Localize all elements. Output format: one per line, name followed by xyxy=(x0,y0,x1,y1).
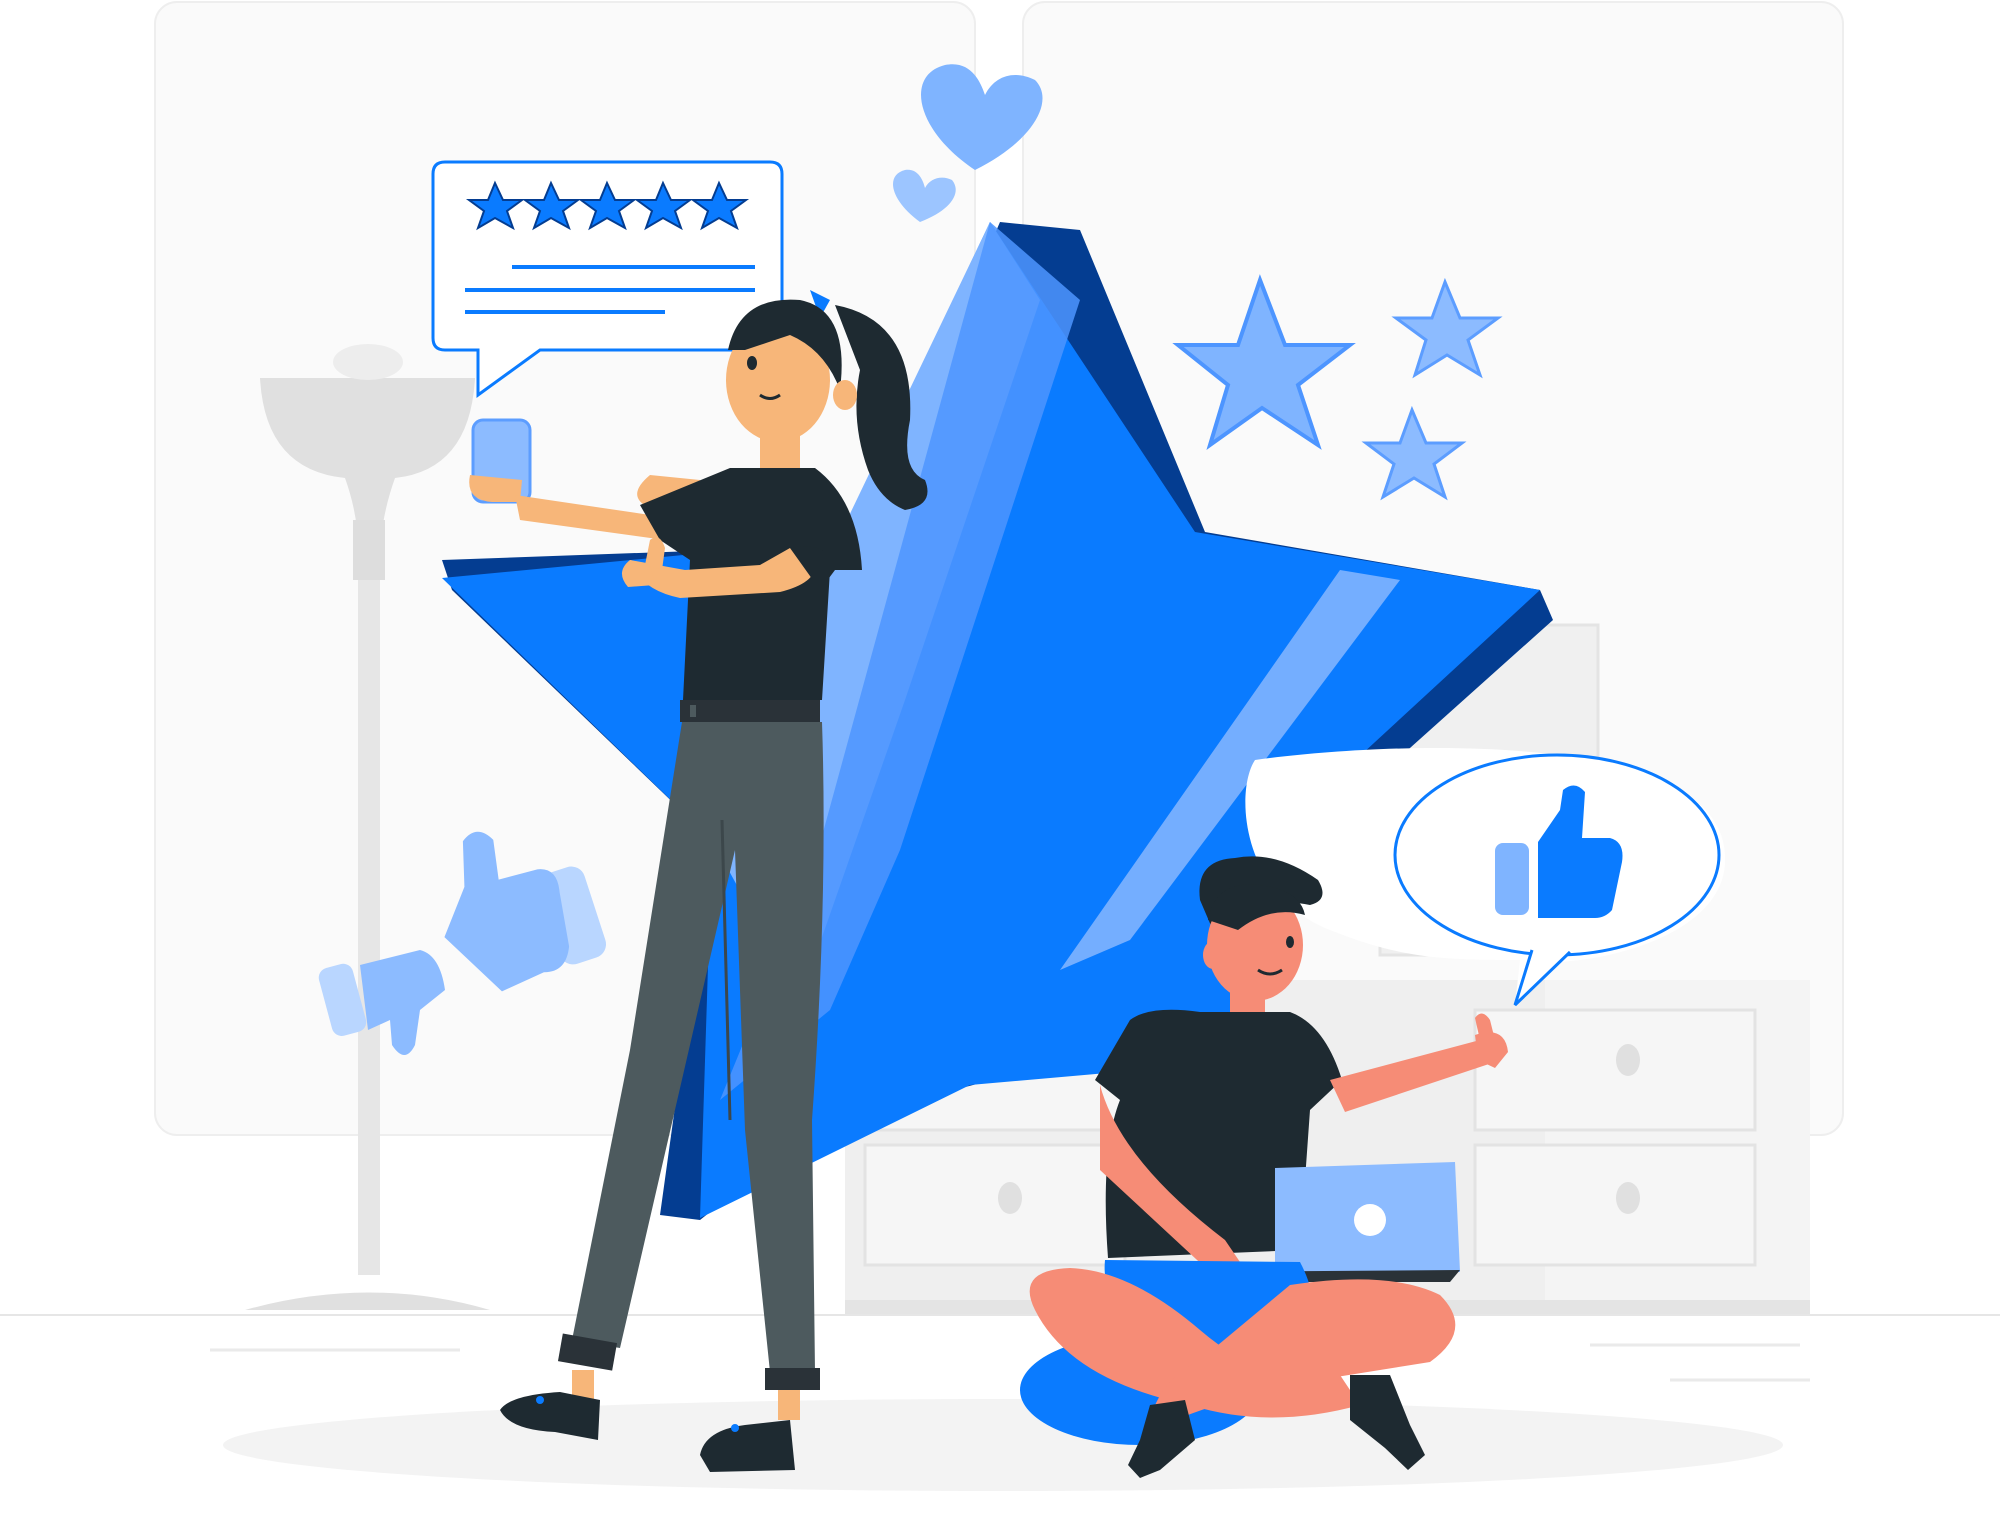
floor xyxy=(0,1314,2000,1491)
illustration-stage xyxy=(0,0,2000,1522)
review-illustration xyxy=(0,1,2000,1491)
